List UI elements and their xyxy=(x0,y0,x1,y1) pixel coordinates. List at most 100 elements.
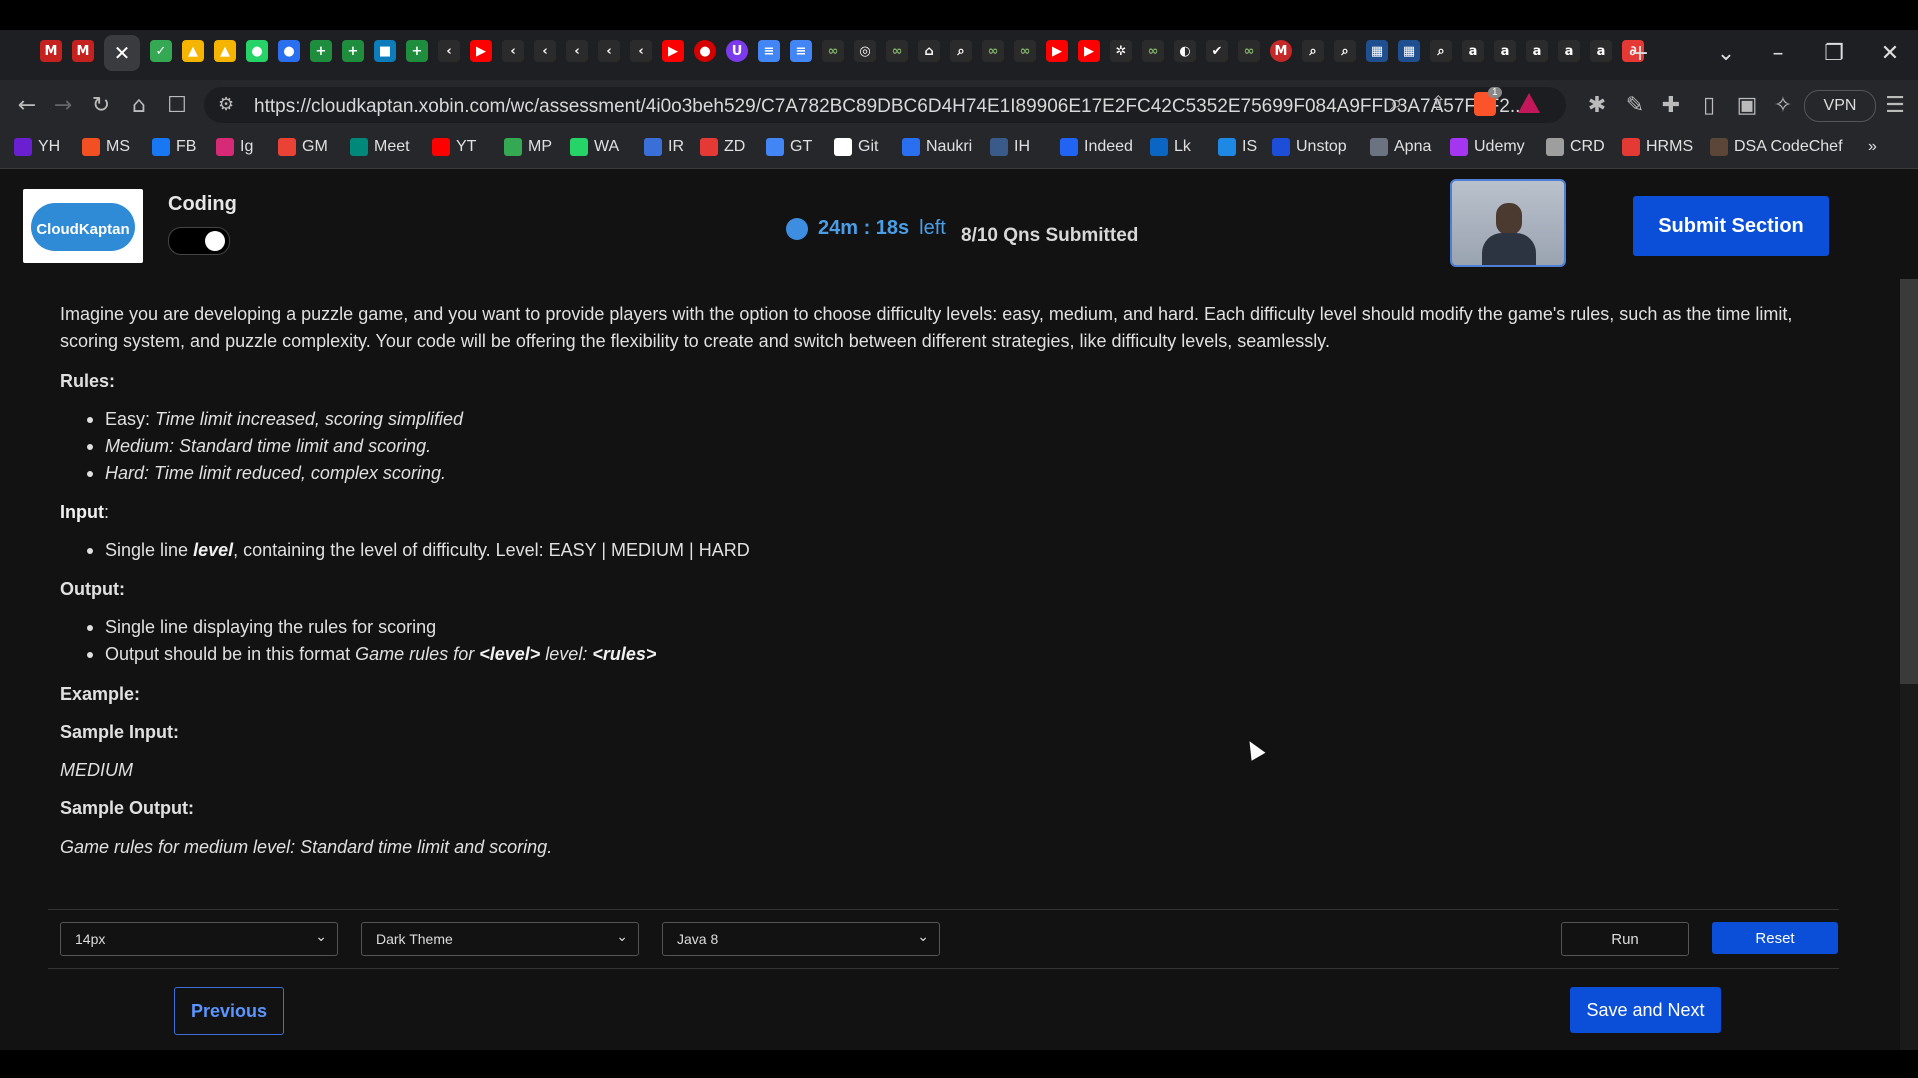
bookmark-apna[interactable]: Apna xyxy=(1370,138,1431,156)
menu-icon[interactable]: ☰ xyxy=(1880,90,1910,120)
tab-icon[interactable]: ∞ xyxy=(1014,40,1036,62)
tab-icon[interactable]: ● xyxy=(278,40,300,62)
restore-icon[interactable]: ❐ xyxy=(1814,38,1854,68)
tab-icon[interactable]: ⌂ xyxy=(918,40,940,62)
bookmark-wa[interactable]: WA xyxy=(570,138,619,156)
minimize-icon[interactable]: – xyxy=(1758,38,1798,68)
amazon-tab-icon[interactable]: a xyxy=(1526,40,1548,62)
tab-search-chevron-icon[interactable]: ⌄ xyxy=(1706,38,1746,68)
bookmark-gt[interactable]: GT xyxy=(766,138,812,156)
reload-icon[interactable]: ↻ xyxy=(86,90,116,120)
check-tab-icon[interactable]: ✓ xyxy=(150,40,172,62)
drive-tab-icon[interactable]: ▲ xyxy=(214,40,236,62)
bookmark-dsa-codechef[interactable]: DSA CodeChef xyxy=(1710,138,1843,156)
more-bookmarks-icon[interactable]: » xyxy=(1868,138,1877,156)
share-icon[interactable]: ⇪ xyxy=(1430,91,1447,115)
bookmark-ms[interactable]: MS xyxy=(82,138,130,156)
bookmark-yh[interactable]: YH xyxy=(14,138,60,156)
sheets-tab-icon[interactable]: + xyxy=(342,40,364,62)
bookmark-udemy[interactable]: Udemy xyxy=(1450,138,1525,156)
url-field[interactable]: ⚙ https://cloudkaptan.xobin.com/wc/asses… xyxy=(204,87,1566,123)
tab-icon[interactable]: M xyxy=(1270,40,1292,62)
search-tab-icon[interactable]: ⌕ xyxy=(1430,40,1452,62)
tab-icon[interactable]: ∞ xyxy=(1142,40,1164,62)
whatsapp-tab-icon[interactable]: ● xyxy=(246,40,268,62)
drive-tab-icon[interactable]: ▲ xyxy=(182,40,204,62)
tab-icon[interactable]: ∞ xyxy=(886,40,908,62)
sheets-tab-icon[interactable]: + xyxy=(310,40,332,62)
eyedropper-icon[interactable]: ✎ xyxy=(1620,90,1650,120)
rewards-icon[interactable] xyxy=(1518,93,1540,113)
bookmark-ir[interactable]: IR xyxy=(644,138,684,156)
back-icon[interactable]: ← xyxy=(12,90,42,120)
bookmark-icon[interactable]: ☐ xyxy=(162,90,192,120)
tab-icon[interactable]: ▦ xyxy=(1366,40,1388,62)
gmail-tab-icon[interactable]: M xyxy=(72,40,94,62)
tab-icon[interactable]: ‹ xyxy=(534,40,556,62)
theme-select[interactable]: Dark Theme ⌄ xyxy=(361,922,639,956)
youtube-tab-icon[interactable]: ▶ xyxy=(662,40,684,62)
bookmark-yt[interactable]: YT xyxy=(432,138,476,156)
home-icon[interactable]: ⌂ xyxy=(124,90,154,120)
search-tab-icon[interactable]: ⌕ xyxy=(1302,40,1324,62)
forward-icon[interactable]: → xyxy=(48,90,78,120)
amazon-tab-icon[interactable]: a xyxy=(1494,40,1516,62)
vpn-button[interactable]: VPN xyxy=(1804,90,1876,122)
search-tab-icon[interactable]: ⌕ xyxy=(950,40,972,62)
tab-icon[interactable]: ✔ xyxy=(1206,40,1228,62)
tab-icon[interactable]: ‹ xyxy=(502,40,524,62)
bookmark-lk[interactable]: Lk xyxy=(1150,138,1191,156)
gmail-tab-icon[interactable]: M xyxy=(40,40,62,62)
scrollbar-thumb[interactable] xyxy=(1900,279,1918,684)
tab-icon[interactable]: ∞ xyxy=(1238,40,1260,62)
bookmark-crd[interactable]: CRD xyxy=(1546,138,1605,156)
bookmark-zd[interactable]: ZD xyxy=(700,138,745,156)
previous-button[interactable]: Previous xyxy=(174,987,284,1035)
save-and-next-button[interactable]: Save and Next xyxy=(1570,987,1721,1033)
amazon-tab-icon[interactable]: a xyxy=(1558,40,1580,62)
tab-icon[interactable]: ‹ xyxy=(630,40,652,62)
bookmark-git[interactable]: Git xyxy=(834,138,878,156)
new-tab-icon[interactable]: + xyxy=(1620,38,1660,68)
bookmark-mp[interactable]: MP xyxy=(504,138,552,156)
tab-icon[interactable]: ‹ xyxy=(438,40,460,62)
sidebar-icon[interactable]: ▯ xyxy=(1694,90,1724,120)
bookmark-naukri[interactable]: Naukri xyxy=(902,138,972,156)
bookmark-unstop[interactable]: Unstop xyxy=(1272,138,1347,156)
run-button[interactable]: Run xyxy=(1561,922,1689,956)
amazon-tab-icon[interactable]: a xyxy=(1462,40,1484,62)
docs-tab-icon[interactable]: ≡ xyxy=(790,40,812,62)
tab-icon[interactable]: ‹ xyxy=(598,40,620,62)
bookmark-is[interactable]: IS xyxy=(1218,138,1257,156)
bookmark-ih[interactable]: IH xyxy=(990,138,1030,156)
youtube-tab-icon[interactable]: ▶ xyxy=(470,40,492,62)
tab-icon[interactable]: ■ xyxy=(374,40,396,62)
reset-button[interactable]: Reset xyxy=(1712,922,1838,954)
tab-icon[interactable]: ◐ xyxy=(1174,40,1196,62)
leo-icon[interactable]: ✧ xyxy=(1768,90,1798,120)
close-window-icon[interactable]: ✕ xyxy=(1870,38,1910,68)
udemy-tab-icon[interactable]: U xyxy=(726,40,748,62)
youtube-tab-icon[interactable]: ▶ xyxy=(1078,40,1100,62)
extension-icon[interactable]: ✱ xyxy=(1582,90,1612,120)
active-tab-close-icon[interactable]: ✕ xyxy=(104,35,140,71)
tab-icon[interactable]: ▦ xyxy=(1398,40,1420,62)
bookmark-ig[interactable]: Ig xyxy=(216,138,253,156)
zoom-icon[interactable]: ⌕ xyxy=(1390,91,1402,116)
tab-icon[interactable]: ∞ xyxy=(822,40,844,62)
puzzle-icon[interactable]: ✚ xyxy=(1656,90,1686,120)
bookmark-fb[interactable]: FB xyxy=(152,138,196,156)
submit-section-button[interactable]: Submit Section xyxy=(1633,196,1829,256)
sheets-tab-icon[interactable]: + xyxy=(406,40,428,62)
amazon-tab-icon[interactable]: a xyxy=(1590,40,1612,62)
font-size-select[interactable]: 14px ⌄ xyxy=(60,922,338,956)
bookmark-hrms[interactable]: HRMS xyxy=(1622,138,1693,156)
bookmark-gm[interactable]: GM xyxy=(278,138,328,156)
bookmark-meet[interactable]: Meet xyxy=(350,138,410,156)
tab-icon[interactable]: ✲ xyxy=(1110,40,1132,62)
wallet-icon[interactable]: ▣ xyxy=(1732,90,1762,120)
language-select[interactable]: Java 8 ⌄ xyxy=(662,922,940,956)
tab-icon[interactable]: ‹ xyxy=(566,40,588,62)
youtube-tab-icon[interactable]: ▶ xyxy=(1046,40,1068,62)
tab-icon[interactable]: ◎ xyxy=(854,40,876,62)
